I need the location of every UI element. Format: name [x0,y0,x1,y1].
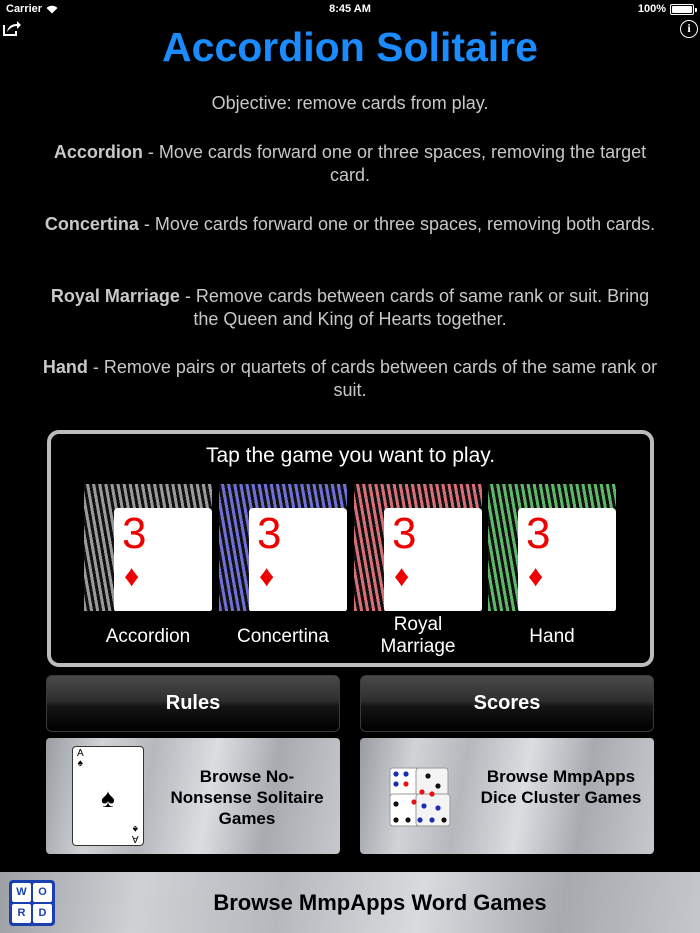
battery-icon [670,3,697,15]
battery-indicator: 100% [637,3,697,15]
game-tile-hand[interactable]: 3 ♦ Hand [488,484,616,656]
browse-solitaire-label: Browse No-Nonsense Solitaire Games [170,767,324,828]
game-label-royal-marriage: Royal Marriage [380,614,456,657]
diamond-icon: ♦ [528,560,544,593]
scores-button[interactable]: Scores [360,675,654,732]
card-rank: 3 [392,509,417,558]
status-time: 8:45 AM [329,3,371,15]
hand-text: - Remove pairs or quartets of cards betw… [87,357,658,400]
royal-marriage-text: - Remove cards between cards of same ran… [179,286,650,329]
game-label-hand: Hand [529,626,575,647]
hand-description: Hand - Remove pairs or quartets of cards… [40,356,660,402]
card-rank: 3 [257,509,282,558]
app-title: Accordion Solitaire [162,24,538,70]
game-label-concertina: Concertina [237,626,329,647]
diamond-icon: ♦ [124,560,140,593]
ace-corner-top: A ♠ [77,748,84,769]
game-label-accordion: Accordion [105,626,191,647]
objective-text: Objective: remove cards from play. [211,93,489,113]
accordion-name: Accordion [53,142,143,162]
word-icon-letter: W [12,883,31,902]
three-of-diamonds-card: 3 ♦ [518,508,616,611]
panel-title: Tap the game you want to play. [205,444,496,467]
word-icon-letter: R [12,904,31,923]
game-tile-royal-marriage[interactable]: 3 ♦ Royal Marriage [354,484,482,657]
hand-thumbnail: 3 ♦ [488,484,616,611]
accordion-text: - Move cards forward one or three spaces… [142,142,647,185]
diamond-icon: ♦ [394,560,410,593]
rules-button[interactable]: Rules [46,675,340,732]
browse-word-games-label: Browse MmpApps Word Games [213,890,547,915]
game-tile-concertina[interactable]: 3 ♦ Concertina [219,484,347,656]
concertina-thumbnail: 3 ♦ [219,484,347,611]
game-tile-accordion[interactable]: 3 ♦ Accordion [84,484,212,656]
spade-icon: ♠ [101,783,115,813]
card-rank: 3 [526,509,551,558]
hand-name: Hand [42,357,88,377]
game-select-panel: Tap the game you want to play. 3 ♦ Accor… [47,430,654,667]
card-rank: 3 [122,509,147,558]
concertina-text: - Move cards forward one or three spaces… [138,214,656,234]
accordion-description: Accordion - Move cards forward one or th… [40,141,660,187]
word-games-icon: W O R D [9,880,55,926]
ace-corner-bottom: A ♠ [132,823,139,844]
status-bar: Carrier 8:45 AM 100% [0,0,700,20]
browse-dice-button[interactable]: Browse MmpApps Dice Cluster Games [360,738,654,854]
browse-solitaire-button[interactable]: A ♠ ♠ A ♠ Browse No-Nonsense Solitaire Gam… [46,738,340,854]
concertina-description: Concertina - Move cards forward one or t… [40,213,660,236]
dice-icon [389,767,451,827]
diamond-icon: ♦ [259,560,275,593]
battery-percent: 100% [637,3,666,15]
ace-of-spades-icon: A ♠ ♠ A ♠ [72,746,144,846]
three-of-diamonds-card: 3 ♦ [114,508,212,611]
browse-word-games-button[interactable]: W O R D Browse MmpApps Word Games [0,872,700,933]
concertina-name: Concertina [44,214,139,234]
word-icon-letter: O [33,883,52,902]
royal-marriage-thumbnail: 3 ♦ [354,484,482,611]
browse-dice-label: Browse MmpApps Dice Cluster Games [480,767,642,807]
word-icon-letter: D [33,904,52,923]
three-of-diamonds-card: 3 ♦ [249,508,347,611]
accordion-thumbnail: 3 ♦ [84,484,212,611]
royal-marriage-description: Royal Marriage - Remove cards between ca… [40,285,660,331]
three-of-diamonds-card: 3 ♦ [384,508,482,611]
royal-marriage-name: Royal Marriage [50,286,180,306]
